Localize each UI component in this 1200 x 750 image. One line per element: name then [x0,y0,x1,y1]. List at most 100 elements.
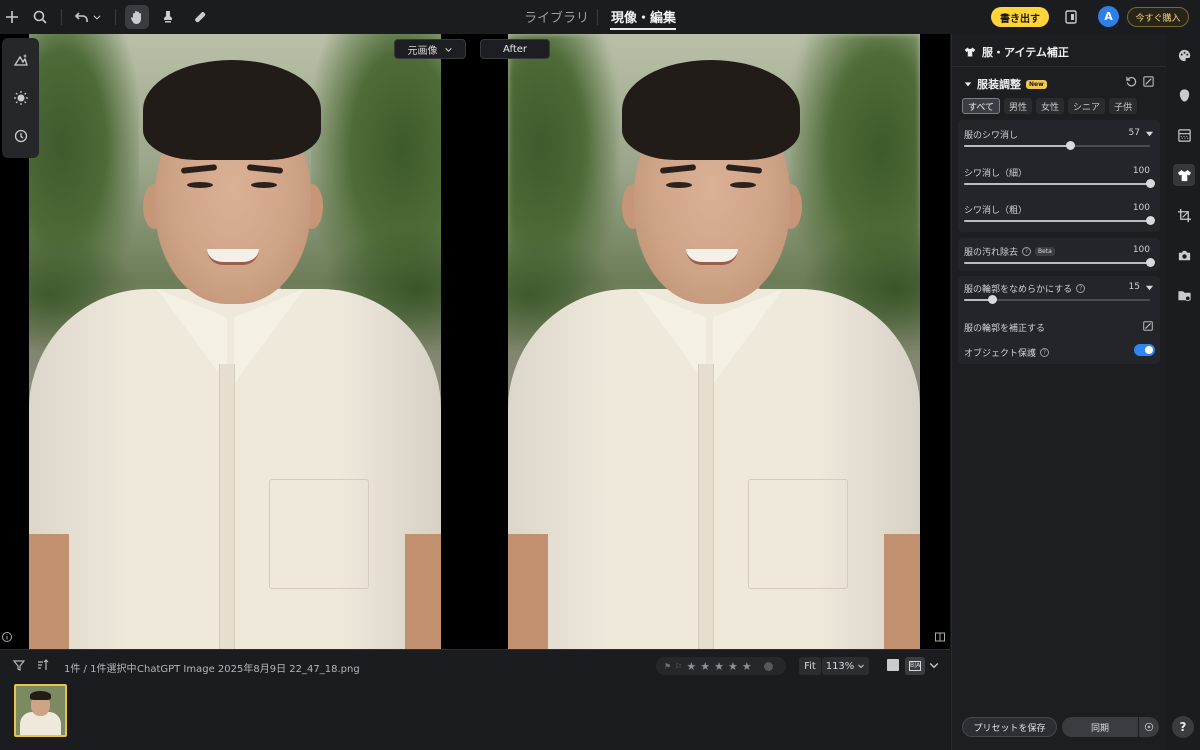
search-icon[interactable] [28,5,52,29]
smooth-outline-label-wrap: 服の輪郭をなめらかにする ? [964,282,1086,295]
smooth-outline-value[interactable]: 15 [1129,282,1140,292]
chevron-down-icon[interactable] [90,5,104,29]
stamp-icon[interactable] [156,5,180,29]
shirt-icon[interactable] [1173,164,1195,186]
after-image[interactable] [508,34,920,649]
star-icon[interactable]: ★ [700,660,710,673]
category-female[interactable]: 女性 [1036,98,1065,114]
object-protect-label: オブジェクト保護 [964,349,1037,359]
slider-fill [964,220,1150,222]
gradient-icon[interactable] [1173,124,1195,146]
original-view-select[interactable]: 元画像 [394,39,466,59]
before-image[interactable] [29,34,441,649]
thumbnail[interactable] [14,684,67,737]
filter-icon[interactable] [12,658,26,672]
star-icon[interactable]: ★ [742,660,752,673]
flag-reject-icon[interactable]: ⚐ [675,662,682,671]
palette-icon[interactable] [1173,44,1195,66]
canvas-area[interactable]: 元画像 After [0,34,950,649]
flag-pick-icon[interactable]: ⚑ [664,662,671,671]
zoom-select[interactable]: 113% [822,657,869,675]
fit-button[interactable]: Fit [799,657,821,675]
star-icon[interactable]: ★ [686,660,696,673]
tab-divider [597,9,598,25]
sort-icon[interactable] [36,658,50,672]
sync-button[interactable]: 同期 [1062,717,1138,737]
star-icon[interactable]: ★ [714,660,724,673]
brush-icon[interactable] [1142,75,1155,88]
original-view-label: 元画像 [407,45,438,57]
smooth-outline-slider-row: 服の輪郭をなめらかにする ? 15 [964,282,1154,320]
filmstrip: 1件 / 1件選択中 ChatGPT Image 2025年8月9日 22_47… [0,649,950,750]
active-tab-indicator [610,28,676,30]
category-all[interactable]: すべて [962,98,1001,114]
wrinkle-fine-label: シワ消し（細） [964,169,1028,179]
caret-down-icon[interactable] [1145,283,1154,292]
category-male[interactable]: 男性 [1004,98,1033,114]
wrinkle-fine-value[interactable]: 100 [1133,166,1150,176]
object-protect-toggle[interactable] [1134,344,1155,356]
caret-down-icon[interactable] [1145,129,1154,138]
stain-label-wrap: 服の汚れ除去 ? Beta [964,245,1055,258]
wrinkle-slider-row: 服のシワ消し 57 [964,128,1154,166]
info-icon[interactable] [1,631,13,643]
bandage-icon[interactable] [188,5,212,29]
help-icon[interactable]: ? [1076,284,1086,293]
help-button[interactable]: ? [1172,716,1194,738]
shirt-icon [964,47,976,57]
crop-icon[interactable] [1173,204,1195,226]
chevron-down-icon [858,664,865,669]
category-tabs: すべて 男性 女性 シニア 子供 [962,98,1138,114]
slider-handle[interactable] [1066,141,1075,150]
single-view-icon[interactable] [887,659,899,671]
section-title: 服装調整 [977,78,1021,91]
camera-icon[interactable] [1173,244,1195,266]
wrinkle-label: 服のシワ消し [964,131,1019,141]
sync-options-icon[interactable] [1139,717,1159,737]
stain-value[interactable]: 100 [1133,245,1150,255]
wrinkle-coarse-value[interactable]: 100 [1133,203,1150,213]
category-senior[interactable]: シニア [1068,98,1106,114]
avatar[interactable]: A [1098,6,1119,27]
help-icon[interactable]: ? [1022,247,1032,256]
left-tool-palette [2,38,39,158]
help-icon[interactable]: ? [1040,348,1050,357]
buy-now-button[interactable]: 今すぐ購入 [1127,7,1189,27]
save-preset-button[interactable]: プリセットを保存 [962,717,1057,737]
hand-icon[interactable] [125,5,149,29]
reset-icon[interactable] [1125,75,1138,88]
light-icon[interactable] [10,87,32,109]
slider-handle[interactable] [988,295,997,304]
new-badge: New [1026,79,1047,89]
slider-handle[interactable] [1146,258,1155,267]
section-header[interactable]: 服装調整 New [964,76,1047,92]
brush-icon[interactable] [1142,320,1154,332]
rating-bar: ⚑ ⚐ ★ ★ ★ ★ ★ [656,657,786,675]
color-label-icon[interactable] [763,661,773,671]
toolbar-divider [115,9,116,25]
tab-develop[interactable]: 現像・編集 [611,7,676,26]
selection-count: 1件 / 1件選択中 [64,664,137,675]
before-after-view-icon[interactable]: B|A [905,657,925,675]
wrinkle-value[interactable]: 57 [1129,128,1140,138]
auto-adjust-icon[interactable] [10,49,32,71]
slider-fill [964,145,1070,147]
outline-group: 服の輪郭をなめらかにする ? 15 服の輪郭を補正する オブジェクト保護 ? [958,276,1160,364]
face-icon[interactable] [1173,84,1195,106]
slider-handle[interactable] [1146,179,1155,188]
stain-group: 服の汚れ除去 ? Beta 100 [958,238,1160,271]
top-bar: ライブラリ 現像・編集 書き出す A 今すぐ購入 [0,0,1200,34]
folder-icon[interactable] [1173,284,1195,306]
plus-icon[interactable] [0,5,24,29]
panel-title: 服・アイテム補正 [982,46,1069,59]
history-icon[interactable] [10,125,32,147]
panel-toggle-icon[interactable] [934,631,946,643]
compare-icon[interactable] [1059,5,1083,29]
star-icon[interactable]: ★ [728,660,738,673]
tab-library[interactable]: ライブラリ [524,7,589,26]
export-button[interactable]: 書き出す [991,7,1049,27]
panel-header: 服・アイテム補正 [964,44,1069,60]
category-child[interactable]: 子供 [1109,98,1138,114]
slider-handle[interactable] [1146,216,1155,225]
chevron-down-icon[interactable] [928,659,940,671]
